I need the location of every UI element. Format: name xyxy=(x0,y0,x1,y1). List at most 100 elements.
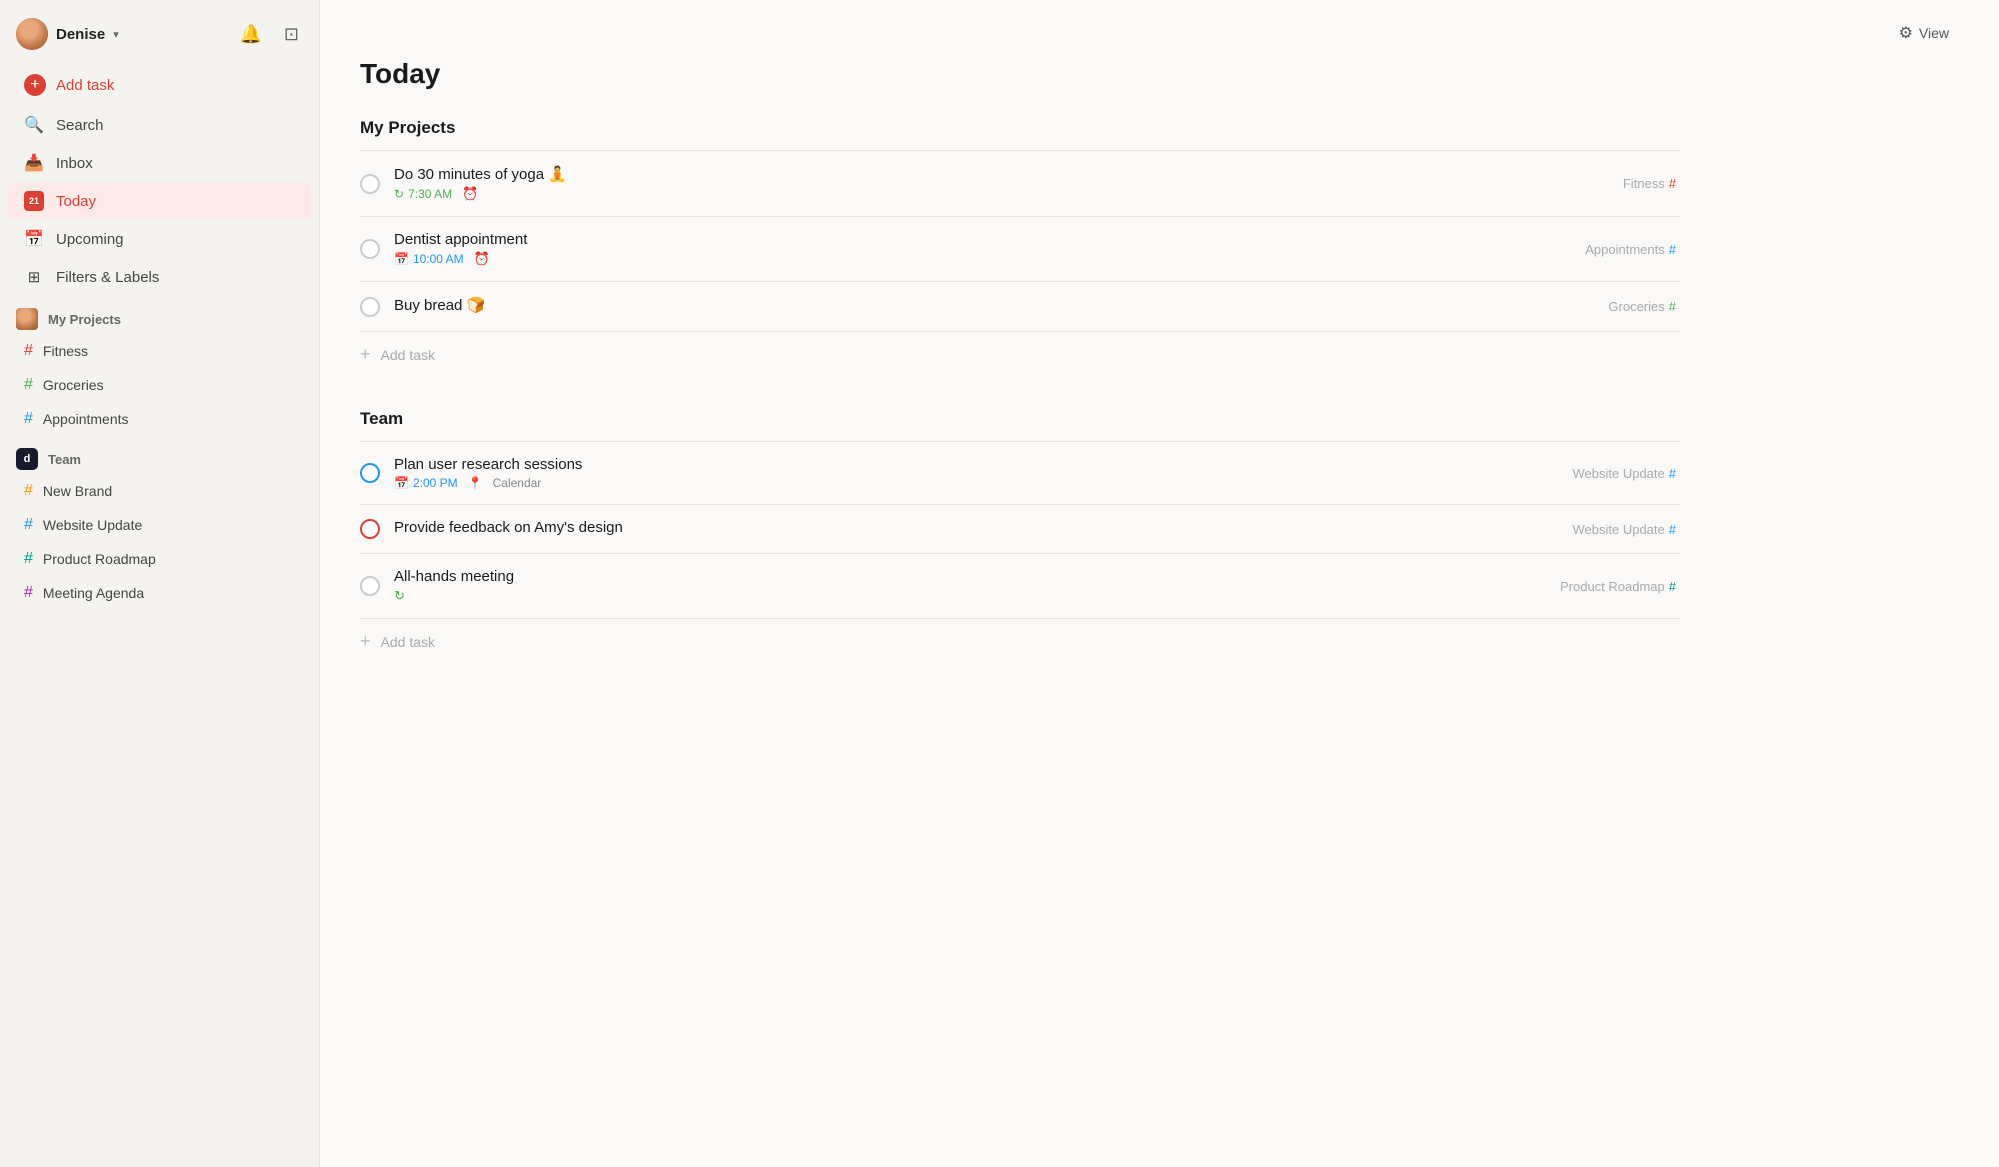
my-projects-section: My Projects Do 30 minutes of yoga 🧘 ↻ 7:… xyxy=(360,118,1680,377)
task-checkbox[interactable] xyxy=(360,576,380,596)
user-name: Denise xyxy=(56,26,105,43)
hash-icon: # xyxy=(24,376,33,394)
team-section-title: Team xyxy=(360,409,1680,429)
my-projects-section-title: My Projects xyxy=(360,118,1680,138)
team-avatar: d xyxy=(16,448,38,470)
table-row: Buy bread 🍞 Groceries # xyxy=(360,282,1680,332)
task-name: Plan user research sessions xyxy=(394,456,1573,473)
task-project: Product Roadmap # xyxy=(1560,579,1680,594)
sidebar-item-inbox[interactable]: 📥 Inbox xyxy=(8,145,311,181)
task-calendar-label: Calendar xyxy=(493,476,542,490)
layout-button[interactable]: ⊡ xyxy=(280,20,303,49)
sidebar-item-filters[interactable]: ⊞ Filters & Labels xyxy=(8,259,311,295)
sidebar-item-product-roadmap[interactable]: # Product Roadmap xyxy=(8,543,311,575)
task-checkbox[interactable] xyxy=(360,239,380,259)
task-time: 📅 2:00 PM xyxy=(394,476,458,490)
inbox-icon: 📥 xyxy=(24,153,44,173)
task-main: Buy bread 🍞 xyxy=(394,296,1608,317)
hash-icon: # xyxy=(1669,579,1676,594)
sidebar-item-today[interactable]: 21 Today xyxy=(8,183,311,219)
chevron-down-icon: ▾ xyxy=(113,28,119,41)
task-time: ↻ 7:30 AM xyxy=(394,187,452,201)
sidebar-item-meeting-agenda[interactable]: # Meeting Agenda xyxy=(8,577,311,609)
page-title: Today xyxy=(360,58,1680,90)
task-name: Buy bread 🍞 xyxy=(394,296,1608,314)
bell-icon: 🔔 xyxy=(239,24,261,45)
sidebar-item-upcoming[interactable]: 📅 Upcoming xyxy=(8,221,311,257)
add-task-icon: + xyxy=(24,74,46,96)
alarm-icon: ⏰ xyxy=(474,251,490,267)
task-checkbox[interactable] xyxy=(360,174,380,194)
project-label: Groceries xyxy=(43,377,104,393)
table-row: All-hands meeting ↻ Product Roadmap # xyxy=(360,554,1680,619)
task-checkbox[interactable] xyxy=(360,297,380,317)
task-checkbox[interactable] xyxy=(360,463,380,483)
task-main: Dentist appointment 📅 10:00 AM ⏰ xyxy=(394,231,1585,267)
layout-icon: ⊡ xyxy=(284,24,299,45)
task-project-name: Product Roadmap xyxy=(1560,579,1665,594)
task-main: All-hands meeting ↻ xyxy=(394,568,1560,604)
hash-icon: # xyxy=(24,584,33,602)
project-label: Website Update xyxy=(43,517,142,533)
sidebar-header: Denise ▾ 🔔 ⊡ xyxy=(0,12,319,64)
task-meta: ↻ xyxy=(394,588,1560,604)
add-task-label: Add task xyxy=(56,77,114,94)
project-label: Fitness xyxy=(43,343,88,359)
today-icon: 21 xyxy=(24,191,44,211)
sidebar-item-fitness[interactable]: # Fitness xyxy=(8,335,311,367)
notifications-button[interactable]: 🔔 xyxy=(235,20,265,49)
calendar-location-icon: 📍 xyxy=(468,476,483,490)
hash-icon: # xyxy=(1669,176,1676,191)
hash-icon: # xyxy=(1669,522,1676,537)
filters-icon: ⊞ xyxy=(24,267,44,287)
table-row: Plan user research sessions 📅 2:00 PM 📍 … xyxy=(360,442,1680,505)
add-task-inline-label: Add task xyxy=(381,634,435,650)
sidebar-item-label: Today xyxy=(56,193,96,210)
view-button[interactable]: ⚙ View xyxy=(1889,18,1959,48)
task-project: Appointments # xyxy=(1585,242,1680,257)
team-section-header: d Team xyxy=(0,436,319,474)
task-name: Provide feedback on Amy's design xyxy=(394,519,1573,536)
project-label: Appointments xyxy=(43,411,129,427)
hash-icon: # xyxy=(24,482,33,500)
sidebar-item-new-brand[interactable]: # New Brand xyxy=(8,475,311,507)
task-project-name: Website Update xyxy=(1573,522,1665,537)
view-label: View xyxy=(1919,25,1949,41)
task-meta: ↻ 7:30 AM ⏰ xyxy=(394,186,1623,202)
plus-icon: + xyxy=(360,631,371,652)
hash-icon: # xyxy=(1669,466,1676,481)
team-section: Team Plan user research sessions 📅 2:00 … xyxy=(360,409,1680,664)
team-label: Team xyxy=(48,452,81,467)
sidebar-item-search[interactable]: 🔍 Search xyxy=(8,107,311,143)
team-task-list: Plan user research sessions 📅 2:00 PM 📍 … xyxy=(360,441,1680,664)
sidebar-item-groceries[interactable]: # Groceries xyxy=(8,369,311,401)
task-time: 📅 10:00 AM xyxy=(394,252,464,266)
hash-icon: # xyxy=(24,410,33,428)
task-main: Plan user research sessions 📅 2:00 PM 📍 … xyxy=(394,456,1573,490)
add-task-team-inline-button[interactable]: + Add task xyxy=(360,619,1680,664)
sidebar-item-appointments[interactable]: # Appointments xyxy=(8,403,311,435)
calendar-icon: 📅 xyxy=(394,476,409,490)
task-project: Groceries # xyxy=(1608,299,1680,314)
recur-icon: ↻ xyxy=(394,187,404,201)
sidebar-item-label: Upcoming xyxy=(56,231,124,248)
hash-icon: # xyxy=(1669,242,1676,257)
task-project-name: Appointments xyxy=(1585,242,1665,257)
avatar xyxy=(16,18,48,50)
search-icon: 🔍 xyxy=(24,115,44,135)
add-task-inline-button[interactable]: + Add task xyxy=(360,332,1680,377)
alarm-icon: ⏰ xyxy=(462,186,478,202)
user-profile[interactable]: Denise ▾ xyxy=(16,18,119,50)
sidebar-item-website-update[interactable]: # Website Update xyxy=(8,509,311,541)
project-label: New Brand xyxy=(43,483,112,499)
task-checkbox[interactable] xyxy=(360,519,380,539)
add-task-button[interactable]: + Add task xyxy=(8,66,311,104)
main-body: Today My Projects Do 30 minutes of yoga … xyxy=(320,58,1720,704)
add-task-inline-label: Add task xyxy=(381,347,435,363)
task-project: Fitness # xyxy=(1623,176,1680,191)
sidebar-item-label: Filters & Labels xyxy=(56,269,159,286)
my-projects-avatar xyxy=(16,308,38,330)
hash-icon: # xyxy=(24,516,33,534)
table-row: Do 30 minutes of yoga 🧘 ↻ 7:30 AM ⏰ Fitn… xyxy=(360,151,1680,217)
calendar-icon: 📅 xyxy=(394,252,409,266)
